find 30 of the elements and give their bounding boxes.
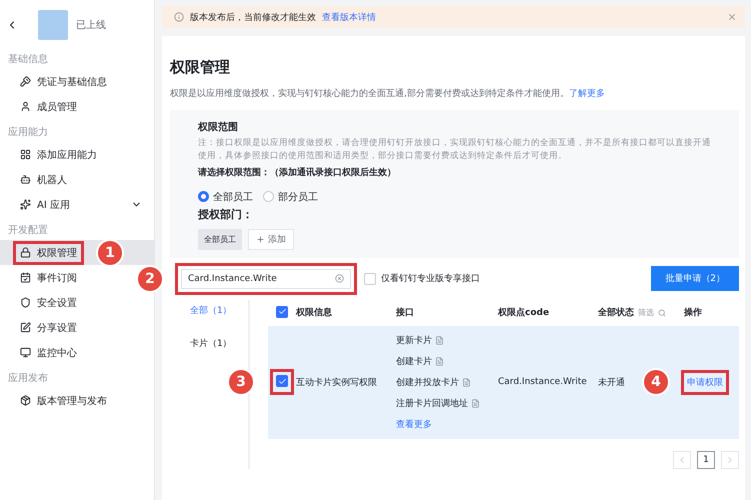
api-name: 更新卡片 <box>396 334 432 346</box>
department-tag: 全部员工 <box>198 228 242 250</box>
section-title: 应用发布 <box>7 372 49 386</box>
table-cell-text: 互动卡片实例写权限 <box>296 376 377 388</box>
table-cell-text: 未开通 <box>598 376 625 388</box>
column-header: 操作 <box>684 306 702 319</box>
api-name: 创建并投放卡片 <box>396 376 459 388</box>
api-name: 注册卡片回调地址 <box>396 398 468 410</box>
app-status: 已上线 <box>76 18 106 32</box>
scope-prompt: 请选择权限范围：（添加通讯录接口权限后生效） <box>198 166 397 178</box>
step-number: 1 <box>98 240 122 264</box>
checkbox-label: 仅看钉钉专业版专享接口 <box>381 272 480 285</box>
step-number: 3 <box>229 370 253 394</box>
column-header: 权限点code <box>498 306 550 319</box>
notice-text: 版本发布后，当前修改才能生效 <box>190 12 316 24</box>
department-label: 授权部门： <box>198 206 254 222</box>
step-number: 4 <box>644 370 668 394</box>
step-number: 2 <box>138 266 162 290</box>
column-header: 全部状态 <box>598 306 634 319</box>
column-header: 权限信息 <box>296 306 332 319</box>
note-text: 注：接口权限是以应用维度做授权，请合理使用钉钉开放接口，实现跟钉钉核心能力的全面互通，并不是所有接口都可以直接开通使用，具体参照接口的使用范围和适用类型，部分接口需要付费或达到特定条件后才可使用。 <box>198 137 712 162</box>
api-name: 创建卡片 <box>396 356 432 368</box>
card-title: 权限范围 <box>198 120 239 134</box>
section-title: 应用能力 <box>7 126 49 140</box>
page-title: 权限管理 <box>170 58 231 77</box>
table-cell: Card.Instance.Write <box>498 377 587 387</box>
section-title: 基础信息 <box>7 52 49 67</box>
column-header: 接口 <box>396 306 414 319</box>
page-description: 权限是以应用维度做授权，实现与钉钉核心能力的全面互通,部分需要付费或达到特定条件才能使用。了解更多 <box>170 88 606 100</box>
section-title: 开发配置 <box>7 224 49 238</box>
